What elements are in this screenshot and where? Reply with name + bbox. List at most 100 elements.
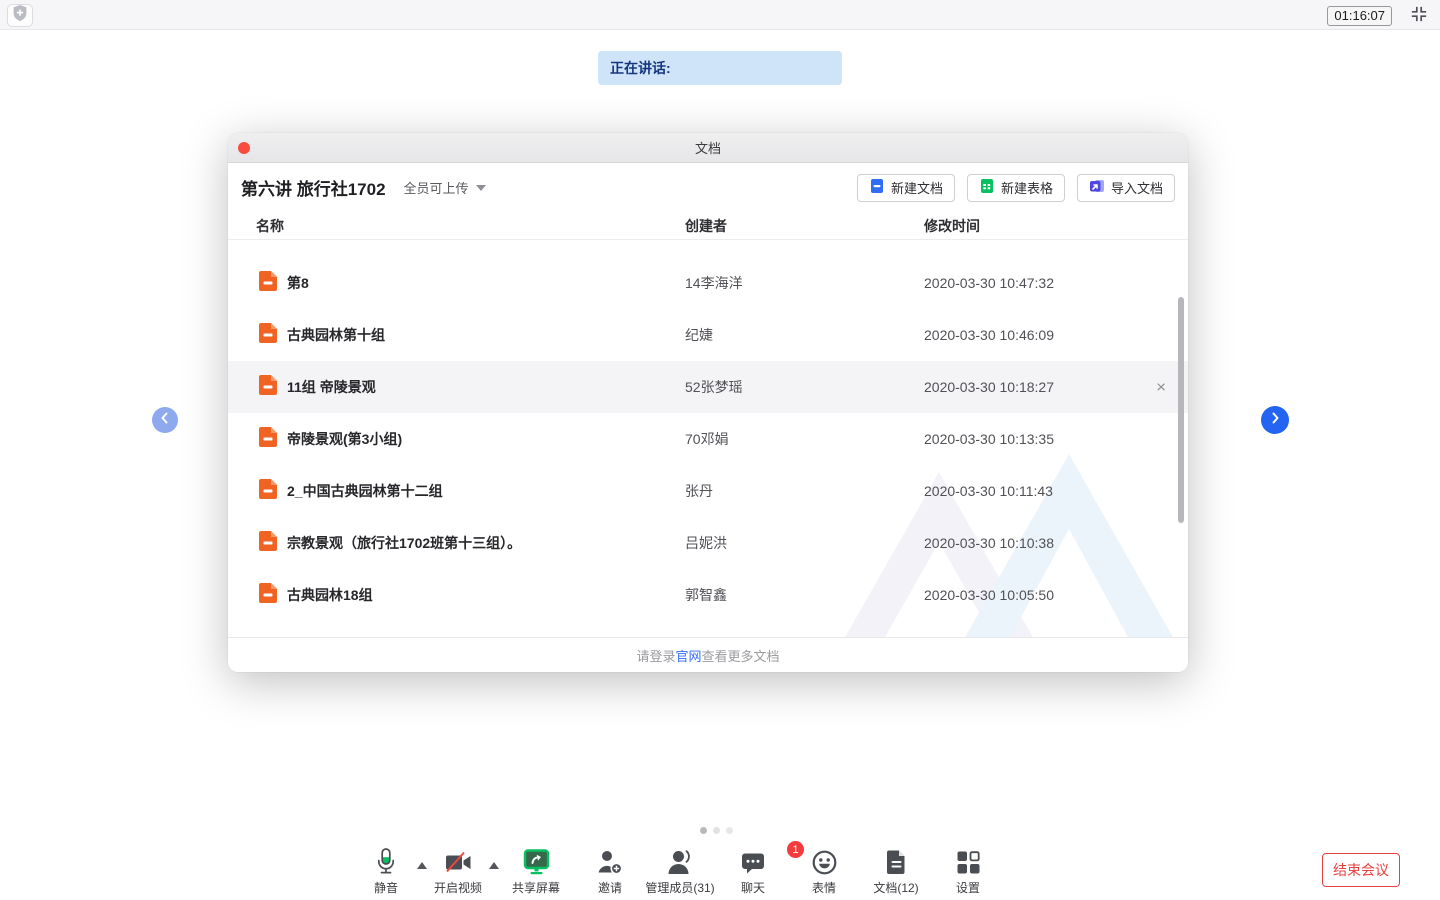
page-dot [700, 827, 707, 834]
doc-name: 2_中国古典园林第十二组 [287, 481, 443, 501]
emoji-label: 表情 [812, 879, 836, 896]
page-dot [726, 827, 733, 834]
doc-file-icon [259, 271, 277, 296]
import-document-label: 导入文档 [1111, 178, 1163, 197]
doc-modified-time: 2020-03-30 10:46:09 [924, 327, 1188, 343]
doc-file-icon [259, 375, 277, 400]
modal-title: 文档 [695, 138, 721, 157]
documents-button[interactable]: 文档(12) [856, 845, 936, 896]
page-dot [713, 827, 720, 834]
mute-button[interactable]: 静音 [346, 845, 426, 896]
doc-table-header: 名称 创建者 修改时间 [228, 212, 1188, 240]
members-icon [667, 845, 694, 875]
chat-button[interactable]: 1 聊天 [713, 845, 793, 896]
bottom-toolbar: 静音 开启视频 [0, 845, 1440, 900]
page-indicator-dots [700, 827, 733, 834]
doc-name: 古典园林18组 [287, 585, 373, 605]
end-meeting-label: 结束会议 [1333, 860, 1389, 880]
doc-file-icon [259, 531, 277, 556]
doc-modified-time: 2020-03-30 10:10:38 [924, 535, 1188, 551]
manage-members-label: 管理成员(31) [645, 879, 714, 896]
table-row[interactable]: 宗教景观（旅行社1702班第十三组）。 吕妮洪 2020-03-30 10:10… [228, 517, 1188, 569]
column-name: 名称 [256, 216, 685, 236]
doc-list: 第8 14李海洋 2020-03-30 10:47:32 古典园林第十组 纪婕 … [228, 240, 1188, 637]
doc-collection-title: 第六讲 旅行社1702 [241, 175, 386, 200]
invite-label: 邀请 [598, 879, 622, 896]
modal-footer: 请登录官网查看更多文档 [228, 637, 1188, 672]
chevron-down-icon [476, 185, 486, 191]
chat-label: 聊天 [741, 879, 765, 896]
doc-modified-time: 2020-03-30 10:11:43 [924, 483, 1188, 499]
settings-grid-icon [956, 845, 981, 875]
microphone-icon [374, 845, 398, 875]
doc-modified-time: 2020-03-30 10:13:35 [924, 431, 1188, 447]
column-modified: 修改时间 [924, 216, 1188, 236]
doc-creator: 郭智鑫 [685, 585, 924, 605]
exit-fullscreen-icon [1409, 4, 1429, 29]
emoji-button[interactable]: 表情 [784, 845, 864, 896]
new-sheet-icon [979, 178, 995, 197]
mute-label: 静音 [374, 879, 398, 896]
new-document-label: 新建文档 [891, 178, 943, 197]
official-site-link[interactable]: 官网 [675, 646, 701, 665]
column-creator: 创建者 [685, 216, 924, 236]
speaking-banner: 正在讲话: [598, 51, 842, 85]
new-document-icon [869, 178, 885, 197]
manage-members-button[interactable]: 管理成员(31) [640, 845, 720, 896]
doc-name: 11组 帝陵景观 [287, 377, 376, 397]
exit-fullscreen-button[interactable] [1408, 5, 1430, 27]
chat-bubble-icon: 1 [741, 845, 765, 875]
doc-creator: 吕妮洪 [685, 533, 924, 553]
end-meeting-button[interactable]: 结束会议 [1322, 853, 1400, 887]
modal-close-button[interactable] [238, 142, 250, 154]
table-row[interactable]: 帝陵景观(第3小组) 70邓娟 2020-03-30 10:13:35 [228, 413, 1188, 465]
table-row-selected[interactable]: 11组 帝陵景观 52张梦瑶 2020-03-30 10:18:27 × [228, 361, 1188, 413]
meeting-window: 01:16:07 正在讲话: 文档 第六讲 旅行社1702 [0, 0, 1440, 900]
document-icon [886, 845, 907, 875]
doc-name: 宗教景观（旅行社1702班第十三组）。 [287, 533, 521, 553]
doc-name: 第8 [287, 273, 309, 293]
start-video-button[interactable]: 开启视频 [418, 845, 498, 896]
new-document-button[interactable]: 新建文档 [857, 174, 955, 202]
settings-button[interactable]: 设置 [928, 845, 1008, 896]
doc-creator: 52张梦瑶 [685, 377, 924, 397]
doc-name: 古典园林第十组 [287, 325, 385, 345]
table-row[interactable]: 古典园林18组 郭智鑫 2020-03-30 10:05:50 [228, 569, 1188, 621]
new-sheet-label: 新建表格 [1001, 178, 1053, 197]
permission-label: 全员可上传 [404, 178, 469, 197]
share-screen-icon [523, 845, 550, 875]
table-row[interactable]: 古典园林第十组 纪婕 2020-03-30 10:46:09 [228, 309, 1188, 361]
chevron-left-icon [159, 411, 171, 429]
new-sheet-button[interactable]: 新建表格 [967, 174, 1065, 202]
modal-title-bar: 文档 [228, 133, 1188, 163]
import-document-icon [1089, 178, 1105, 197]
speaking-label: 正在讲话: [610, 60, 671, 76]
documents-modal: 文档 第六讲 旅行社1702 全员可上传 新建文档 新建表格 [228, 133, 1188, 672]
doc-creator: 纪婕 [685, 325, 924, 345]
meeting-timer: 01:16:07 [1327, 6, 1392, 26]
table-row[interactable]: 第8 14李海洋 2020-03-30 10:47:32 [228, 257, 1188, 309]
invite-button[interactable]: 邀请 [570, 845, 650, 896]
documents-panel-header: 第六讲 旅行社1702 全员可上传 新建文档 新建表格 [228, 163, 1188, 212]
scrollbar-thumb[interactable] [1178, 297, 1184, 523]
doc-creator: 14李海洋 [685, 273, 924, 293]
import-document-button[interactable]: 导入文档 [1077, 174, 1175, 202]
upload-permission-dropdown[interactable]: 全员可上传 [404, 178, 486, 197]
camera-off-icon [445, 845, 472, 875]
share-screen-button[interactable]: 共享屏幕 [496, 845, 576, 896]
doc-file-icon [259, 583, 277, 608]
row-close-icon[interactable]: × [1156, 379, 1166, 396]
footer-text-suffix: 查看更多文档 [702, 646, 780, 665]
table-row[interactable]: 2_中国古典园林第十二组 张丹 2020-03-30 10:11:43 [228, 465, 1188, 517]
doc-file-icon [259, 479, 277, 504]
doc-name: 帝陵景观(第3小组) [287, 429, 402, 449]
footer-text-prefix: 请登录 [636, 646, 675, 665]
doc-creator: 张丹 [685, 481, 924, 501]
page-next-button[interactable] [1261, 406, 1289, 434]
doc-modified-time: 2020-03-30 10:47:32 [924, 275, 1188, 291]
security-shield-button[interactable] [7, 4, 33, 27]
doc-file-icon [259, 323, 277, 348]
page-prev-button[interactable] [152, 407, 178, 433]
start-video-label: 开启视频 [434, 879, 482, 896]
doc-modified-time: 2020-03-30 10:18:27 [924, 379, 1188, 395]
